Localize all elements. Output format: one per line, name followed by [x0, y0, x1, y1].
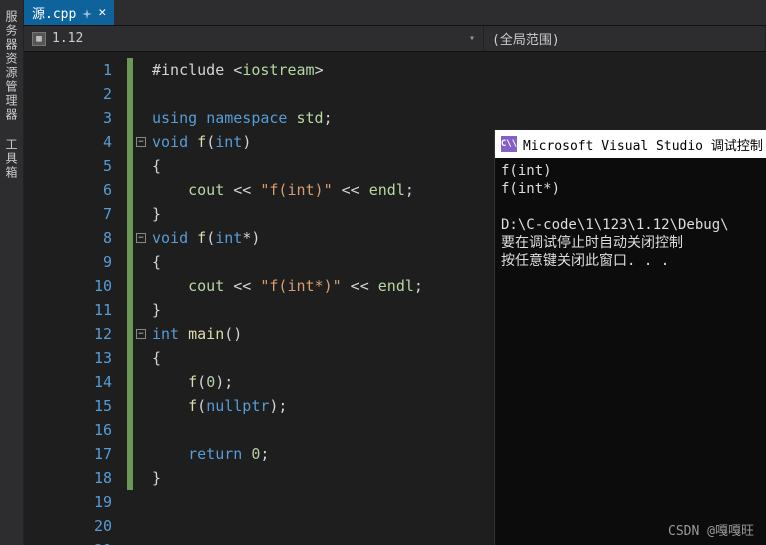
- line-number: 15: [24, 394, 112, 418]
- line-number: 8: [24, 226, 112, 250]
- tab-source-cpp[interactable]: 源.cpp ✕: [24, 0, 114, 25]
- panel-server-explorer[interactable]: 服务器资源管理器: [3, 10, 20, 122]
- line-number: 1: [24, 58, 112, 82]
- line-number: 14: [24, 370, 112, 394]
- tab-strip: 源.cpp ✕: [24, 0, 766, 26]
- panel-toolbox[interactable]: 工具箱: [3, 138, 20, 180]
- pin-icon[interactable]: [82, 8, 92, 18]
- line-number: 19: [24, 490, 112, 514]
- fold-toggle[interactable]: −: [136, 233, 146, 243]
- side-toolbar: 服务器资源管理器 工具箱: [0, 0, 24, 545]
- console-output: f(int) f(int*) D:\C-code\1\123\1.12\Debu…: [495, 158, 766, 274]
- nav-bar: ▦ 1.12 ▾ (全局范围): [24, 26, 766, 52]
- watermark: CSDN @嘎嘎旺: [668, 520, 754, 539]
- line-number: 18: [24, 466, 112, 490]
- nav-scope-dropdown[interactable]: (全局范围): [484, 26, 766, 51]
- line-number: 2: [24, 82, 112, 106]
- console-titlebar[interactable]: C\\ Microsoft Visual Studio 调试控制: [495, 130, 766, 158]
- line-number: 13: [24, 346, 112, 370]
- line-number: 11: [24, 298, 112, 322]
- line-number: 12: [24, 322, 112, 346]
- fold-toggle[interactable]: −: [136, 137, 146, 147]
- change-margin: [126, 52, 134, 545]
- nav-project-dropdown[interactable]: ▦ 1.12 ▾: [24, 26, 484, 51]
- nav-scope-label: (全局范围): [492, 29, 560, 48]
- line-number: 10: [24, 274, 112, 298]
- console-title: Microsoft Visual Studio 调试控制: [523, 135, 763, 154]
- line-number: 3: [24, 106, 112, 130]
- fold-column: − − −: [134, 52, 148, 545]
- tab-label: 源.cpp: [32, 3, 76, 22]
- fold-toggle[interactable]: −: [136, 329, 146, 339]
- line-number: 17: [24, 442, 112, 466]
- line-number: 5: [24, 154, 112, 178]
- chevron-down-icon: ▾: [469, 33, 475, 44]
- vs-icon: C\\: [501, 136, 517, 152]
- line-number: 9: [24, 250, 112, 274]
- line-number: 7: [24, 202, 112, 226]
- close-icon[interactable]: ✕: [98, 5, 106, 20]
- line-number: 20: [24, 514, 112, 538]
- line-number: 16: [24, 418, 112, 442]
- nav-project-label: 1.12: [52, 31, 83, 46]
- project-icon: ▦: [32, 32, 46, 46]
- line-number: 6: [24, 178, 112, 202]
- line-number: 4: [24, 130, 112, 154]
- line-number: 21: [24, 538, 112, 545]
- line-gutter: 1 2 3 4 5 6 7 8 9 10 11 12 13 14 15 16 1…: [24, 52, 126, 545]
- debug-console-window[interactable]: C\\ Microsoft Visual Studio 调试控制 f(int) …: [494, 130, 766, 545]
